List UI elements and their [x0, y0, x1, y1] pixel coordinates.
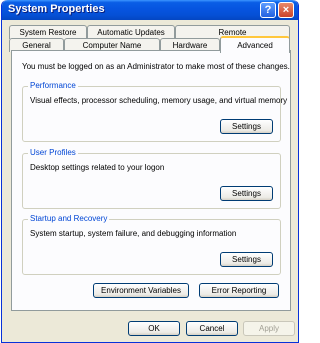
help-button[interactable]: ?	[260, 2, 276, 18]
tab-advanced[interactable]: Advanced	[220, 36, 290, 53]
user-profiles-settings-button[interactable]: Settings	[220, 186, 273, 201]
user-profiles-description: Desktop settings related to your logon	[30, 163, 165, 172]
apply-button[interactable]: Apply	[243, 321, 295, 336]
close-button[interactable]: ×	[278, 2, 294, 18]
system-properties-window: System Properties ? × System Restore Aut…	[1, 0, 299, 343]
admin-notice: You must be logged on as an Administrato…	[22, 62, 290, 71]
startup-recovery-group: Startup and Recovery System startup, sys…	[22, 214, 281, 275]
startup-recovery-group-label: Startup and Recovery	[28, 214, 110, 223]
advanced-tab-panel: You must be logged on as an Administrato…	[11, 50, 291, 311]
performance-settings-button[interactable]: Settings	[220, 119, 273, 134]
title-bar[interactable]: System Properties ? ×	[2, 0, 298, 20]
user-profiles-group-label: User Profiles	[28, 148, 78, 157]
environment-variables-button[interactable]: Environment Variables	[93, 283, 189, 298]
ok-button[interactable]: OK	[128, 321, 180, 336]
error-reporting-button[interactable]: Error Reporting	[199, 283, 279, 298]
user-profiles-group: User Profiles Desktop settings related t…	[22, 148, 281, 209]
performance-group: Performance Visual effects, processor sc…	[22, 81, 287, 142]
performance-group-label: Performance	[28, 81, 78, 90]
startup-recovery-settings-button[interactable]: Settings	[220, 252, 273, 267]
cancel-button[interactable]: Cancel	[186, 321, 238, 336]
startup-recovery-description: System startup, system failure, and debu…	[30, 229, 237, 238]
window-title: System Properties	[8, 3, 105, 15]
tab-system-restore[interactable]: System Restore	[9, 25, 87, 39]
tab-strip: System Restore Automatic Updates Remote …	[2, 20, 298, 53]
performance-description: Visual effects, processor scheduling, me…	[30, 96, 288, 105]
tab-automatic-updates[interactable]: Automatic Updates	[87, 25, 175, 39]
